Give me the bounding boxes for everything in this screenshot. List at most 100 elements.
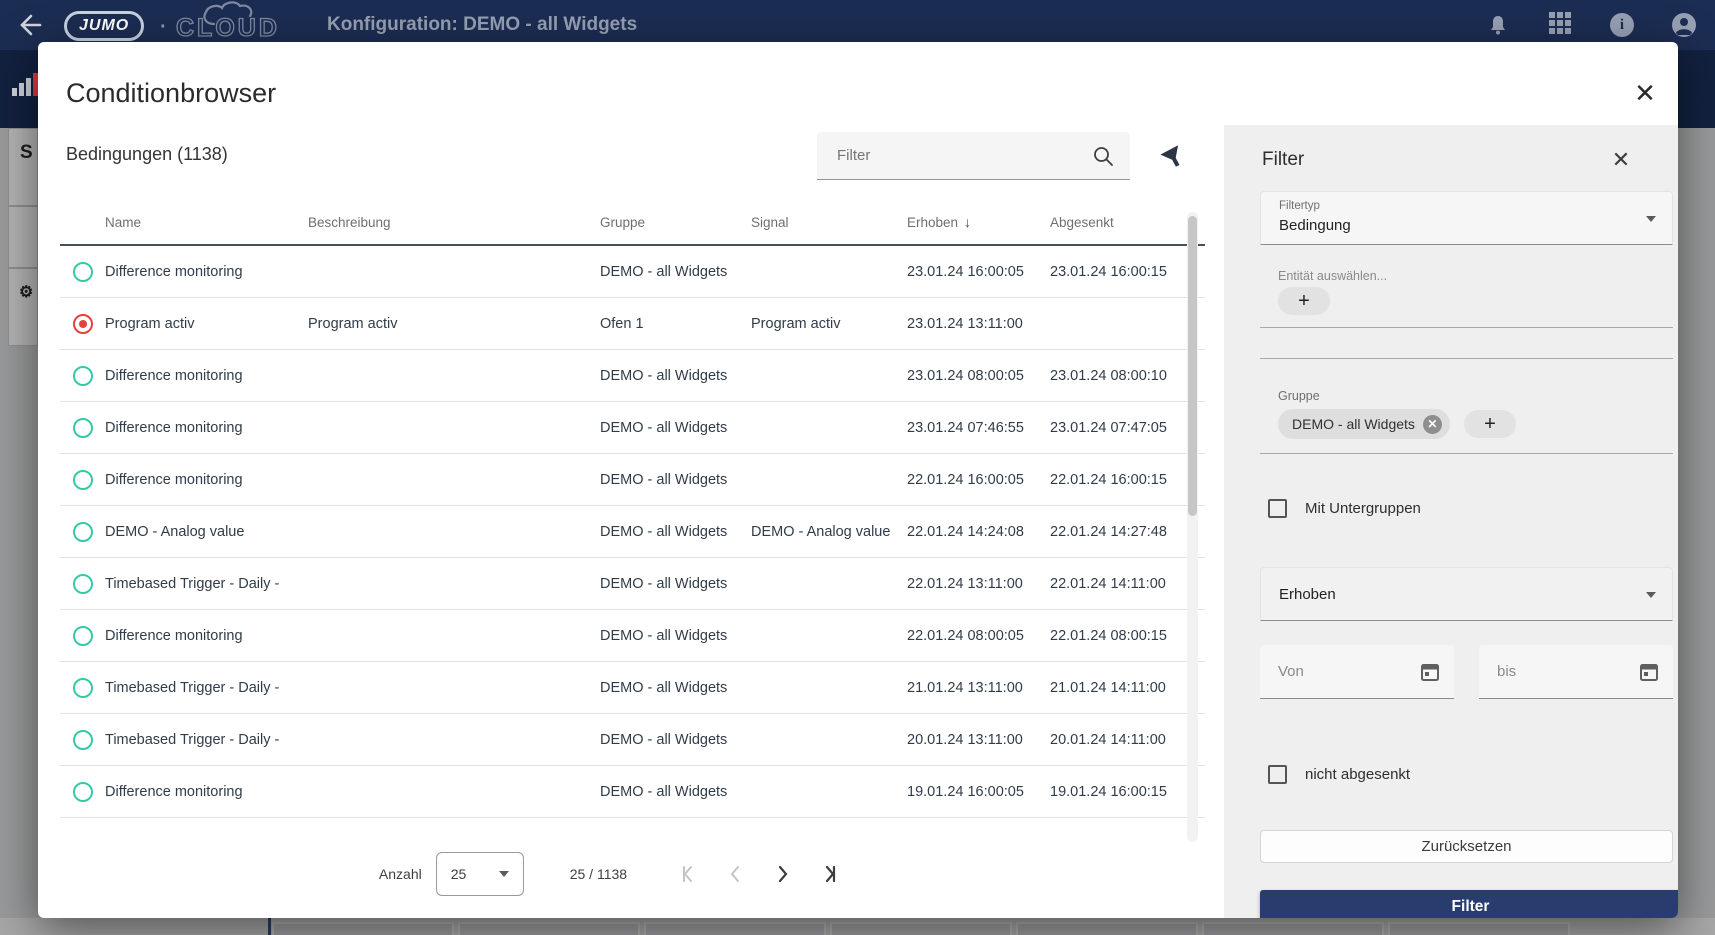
table-header-row: Name Beschreibung Gruppe Signal Erhoben↓… xyxy=(60,200,1205,246)
filtertyp-label: Filtertyp xyxy=(1279,200,1320,212)
erhoben-select[interactable]: Erhoben xyxy=(1260,567,1673,621)
chevron-down-icon xyxy=(1646,216,1656,222)
info-icon[interactable]: i xyxy=(1609,12,1635,38)
radio-unselected[interactable] xyxy=(73,522,93,542)
background-widget-cell xyxy=(1016,922,1198,935)
radio-unselected[interactable] xyxy=(73,626,93,646)
add-gruppe-button[interactable]: + xyxy=(1464,410,1516,438)
conditions-table: Name Beschreibung Gruppe Signal Erhoben↓… xyxy=(60,200,1205,818)
table-row[interactable]: Timebased Trigger - Daily - DEMO - all W… xyxy=(60,714,1205,766)
table-row[interactable]: Difference monitoring DEMO - all Widgets… xyxy=(60,246,1205,298)
table-row[interactable]: DEMO - Analog value DEMO - all Widgets D… xyxy=(60,506,1205,558)
filter-panel-title: Filter xyxy=(1262,149,1304,171)
filter-panel-close-icon[interactable]: ✕ xyxy=(1608,147,1634,173)
chevron-down-icon xyxy=(499,871,509,877)
dialog-title: Conditionbrowser xyxy=(66,78,276,109)
pagination-bar: Anzahl 25 25 / 1138 xyxy=(38,844,1188,904)
background-widget-grid xyxy=(0,918,1715,935)
column-header-signal[interactable]: Signal xyxy=(751,215,907,230)
next-page-button[interactable] xyxy=(767,858,799,890)
radio-unselected[interactable] xyxy=(73,470,93,490)
table-scrollbar[interactable] xyxy=(1187,212,1198,842)
radio-unselected[interactable] xyxy=(73,262,93,282)
table-row[interactable]: Difference monitoring DEMO - all Widgets… xyxy=(60,766,1205,818)
calendar-icon[interactable] xyxy=(1420,662,1440,682)
radio-unselected[interactable] xyxy=(73,574,93,594)
chip-remove-icon[interactable]: ✕ xyxy=(1423,415,1442,434)
table-scrollbar-thumb[interactable] xyxy=(1188,216,1197,516)
date-from-field[interactable]: Von xyxy=(1260,645,1454,699)
table-filter-searchbox xyxy=(817,132,1130,180)
radio-unselected[interactable] xyxy=(73,418,93,438)
page-size-label: Anzahl xyxy=(379,866,422,882)
account-icon[interactable] xyxy=(1671,12,1697,38)
column-header-beschreibung[interactable]: Beschreibung xyxy=(308,215,600,230)
column-header-gruppe[interactable]: Gruppe xyxy=(600,215,751,230)
back-arrow-icon[interactable] xyxy=(14,11,42,39)
previous-page-button[interactable] xyxy=(719,858,751,890)
table-row[interactable]: Program activ Program activ Ofen 1 Progr… xyxy=(60,298,1205,350)
radio-unselected[interactable] xyxy=(73,366,93,386)
search-input[interactable] xyxy=(837,147,1092,164)
logo-separator-dot: · xyxy=(160,16,167,39)
filtertyp-value: Bedingung xyxy=(1279,217,1351,234)
column-header-abgesenkt[interactable]: Abgesenkt xyxy=(1050,215,1183,230)
table-row[interactable]: Timebased Trigger - Daily - DEMO - all W… xyxy=(60,558,1205,610)
calendar-icon[interactable] xyxy=(1639,662,1659,682)
filter-panel: Filter ✕ Filtertyp Bedingung Entität aus… xyxy=(1224,125,1678,918)
conditionbrowser-dialog: Conditionbrowser ✕ Bedingungen (1138) Na… xyxy=(38,42,1678,918)
page-range-label: 25 / 1138 xyxy=(570,866,627,882)
radio-unselected[interactable] xyxy=(73,782,93,802)
background-widget-cell xyxy=(830,922,1012,935)
radio-unselected[interactable] xyxy=(73,730,93,750)
date-from-placeholder: Von xyxy=(1278,663,1304,680)
erhoben-value: Erhoben xyxy=(1279,586,1336,603)
last-page-button[interactable] xyxy=(815,858,847,890)
first-page-button[interactable] xyxy=(671,858,703,890)
search-icon[interactable] xyxy=(1092,145,1114,167)
checkbox-unchecked[interactable] xyxy=(1268,499,1287,518)
table-row[interactable]: Difference monitoring DEMO - all Widgets… xyxy=(60,402,1205,454)
entity-select-label: Entität auswählen... xyxy=(1278,269,1387,283)
background-widget-cell xyxy=(1202,922,1384,935)
chart-icon xyxy=(12,70,38,100)
background-widget-cell xyxy=(644,922,826,935)
screen: S ⚙ JUMO · CLOUD Konfiguration: DEMO - a… xyxy=(0,0,1715,935)
table-row[interactable]: Difference monitoring DEMO - all Widgets… xyxy=(60,350,1205,402)
dialog-close-icon[interactable]: ✕ xyxy=(1630,78,1660,108)
background-widget-cell xyxy=(272,922,454,935)
column-header-name[interactable]: Name xyxy=(105,215,308,230)
radio-unselected[interactable] xyxy=(73,678,93,698)
checkbox-unchecked[interactable] xyxy=(1268,765,1287,784)
background-glyph-s: S xyxy=(20,142,33,164)
nicht-abgesenkt-label: nicht abgesenkt xyxy=(1305,766,1410,783)
column-header-erhoben[interactable]: Erhoben↓ xyxy=(907,214,1050,230)
logo-cloud-text: CLOUD xyxy=(176,14,280,43)
table-row[interactable]: Difference monitoring DEMO - all Widgets… xyxy=(60,454,1205,506)
table-row[interactable]: Difference monitoring DEMO - all Widgets… xyxy=(60,610,1205,662)
add-entity-button[interactable]: + xyxy=(1278,287,1330,315)
background-sidebar-item xyxy=(8,206,38,268)
table-row[interactable]: Timebased Trigger - Daily - DEMO - all W… xyxy=(60,662,1205,714)
mit-untergruppen-checkbox-row[interactable]: Mit Untergruppen xyxy=(1268,499,1421,518)
gear-icon: ⚙ xyxy=(19,282,33,302)
gruppe-label: Gruppe xyxy=(1278,389,1320,403)
radio-selected[interactable] xyxy=(73,314,93,334)
filtertyp-select[interactable]: Filtertyp Bedingung xyxy=(1260,191,1673,245)
apply-filter-button[interactable]: Filter xyxy=(1260,890,1678,918)
gruppe-filter-chip: DEMO - all Widgets ✕ xyxy=(1278,409,1450,439)
page-size-select[interactable]: 25 xyxy=(436,852,524,896)
jumo-logo: JUMO xyxy=(64,11,144,41)
chevron-down-icon xyxy=(1646,592,1656,598)
filter-funnel-icon[interactable] xyxy=(1156,140,1190,174)
background-sidebar-item xyxy=(8,128,38,206)
apps-grid-icon[interactable] xyxy=(1547,12,1573,38)
reset-button[interactable]: Zurücksetzen xyxy=(1260,830,1673,863)
date-to-placeholder: bis xyxy=(1497,663,1516,680)
nicht-abgesenkt-checkbox-row[interactable]: nicht abgesenkt xyxy=(1268,765,1410,784)
page-title: Konfiguration: DEMO - all Widgets xyxy=(327,14,637,36)
background-widget-cell xyxy=(1388,922,1570,935)
sort-desc-icon[interactable]: ↓ xyxy=(964,214,971,230)
notifications-bell-icon[interactable] xyxy=(1485,12,1511,38)
date-to-field[interactable]: bis xyxy=(1479,645,1673,699)
